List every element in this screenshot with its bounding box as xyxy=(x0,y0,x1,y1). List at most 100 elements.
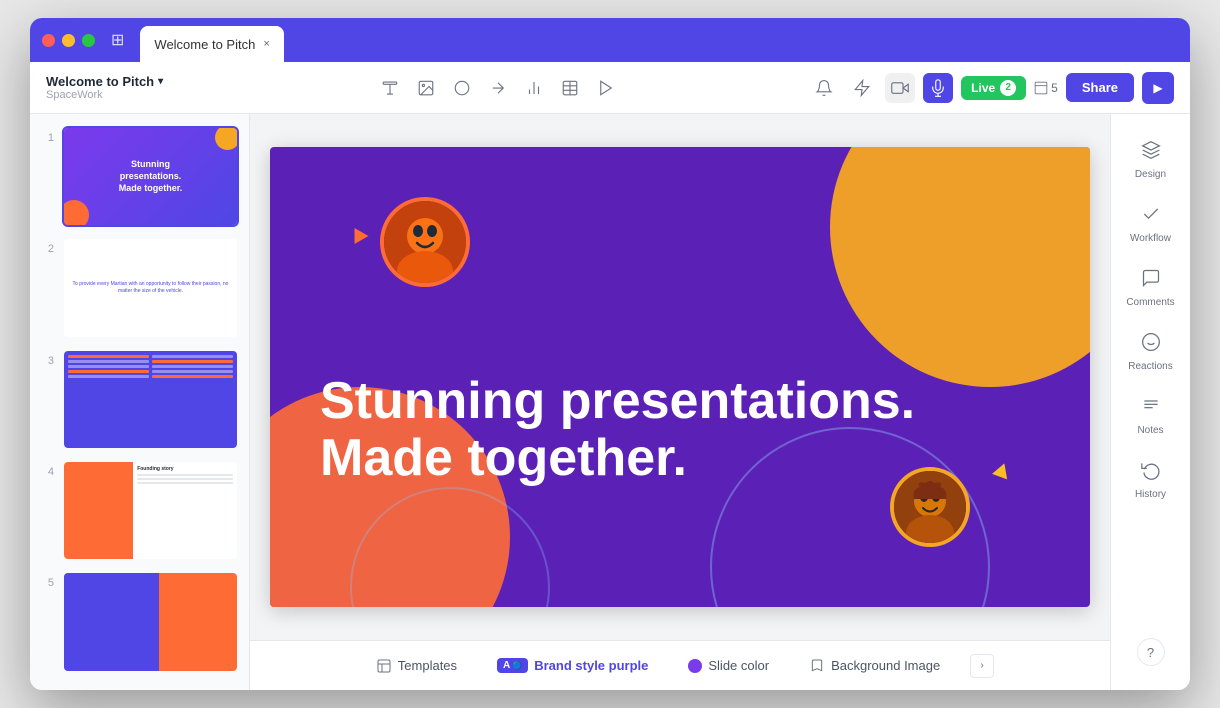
window-controls xyxy=(42,34,95,47)
toolbar: Welcome to Pitch ▾ SpaceWork xyxy=(30,62,1190,114)
slide-thumb-3[interactable]: 3 xyxy=(40,349,239,450)
toolbar-left: Welcome to Pitch ▾ SpaceWork xyxy=(46,74,186,101)
grid-icon: ⊞ xyxy=(111,30,124,50)
canvas-area: Stunning presentations. Made together. T… xyxy=(250,114,1110,690)
workflow-icon xyxy=(1141,204,1161,229)
slide-preview-3[interactable] xyxy=(62,349,239,450)
slide-color-button[interactable]: Slide color xyxy=(678,652,779,679)
arrow-insert-icon[interactable] xyxy=(489,79,507,97)
main-area: 1 Stunningpresentations.Made together. 2 xyxy=(30,114,1190,690)
templates-label: Templates xyxy=(398,658,457,673)
slide-preview-2[interactable]: To provide every Martian with an opportu… xyxy=(62,237,239,338)
slides-panel: 1 Stunningpresentations.Made together. 2 xyxy=(30,114,250,690)
tab-welcome-pitch[interactable]: Welcome to Pitch × xyxy=(140,26,283,62)
comments-icon xyxy=(1141,268,1161,293)
slide-number-2: 2 xyxy=(40,243,54,255)
share-button[interactable]: Share xyxy=(1066,73,1134,102)
close-button[interactable] xyxy=(42,34,55,47)
reactions-label: Reactions xyxy=(1128,361,1172,372)
templates-button[interactable]: Templates xyxy=(366,652,467,680)
workflow-panel-button[interactable]: Workflow xyxy=(1117,194,1185,254)
lightning-icon[interactable] xyxy=(847,73,877,103)
slide-color-label: Slide color xyxy=(708,658,769,673)
live-count: 2 xyxy=(1000,80,1016,96)
slide1-preview-text: Stunningpresentations.Made together. xyxy=(119,159,183,194)
background-image-label: Background Image xyxy=(831,658,940,673)
slide-thumb-4[interactable]: 4 Founding story xyxy=(40,460,239,561)
shape-insert-icon[interactable] xyxy=(453,79,471,97)
design-panel-button[interactable]: Design xyxy=(1117,130,1185,190)
workspace-name: SpaceWork xyxy=(46,89,186,101)
slide-thumb-2[interactable]: 2 To provide every Martian with an oppor… xyxy=(40,237,239,338)
history-label: History xyxy=(1135,489,1166,500)
brand-badge: A 🔵 xyxy=(497,658,528,673)
slide4-preview-text: Founding story xyxy=(137,466,233,472)
background-image-button[interactable]: Background Image xyxy=(799,652,950,680)
live-badge[interactable]: Live 2 xyxy=(961,76,1026,100)
canvas-wrapper: Stunning presentations. Made together. xyxy=(250,114,1110,640)
history-icon xyxy=(1141,460,1161,485)
toolbar-right: Live 2 5 Share ▶ xyxy=(809,72,1174,104)
title-bar: ⊞ Welcome to Pitch × xyxy=(30,18,1190,62)
minimize-button[interactable] xyxy=(62,34,75,47)
slide-number-1: 1 xyxy=(40,132,54,144)
cursor-arrow-1 xyxy=(348,224,369,244)
slide-number-5: 5 xyxy=(40,577,54,589)
notes-label: Notes xyxy=(1137,425,1163,436)
maximize-button[interactable] xyxy=(82,34,95,47)
workflow-label: Workflow xyxy=(1130,233,1171,244)
presentation-title-text: Welcome to Pitch xyxy=(46,74,154,89)
slides-count-num: 5 xyxy=(1051,81,1058,95)
history-panel-button[interactable]: History xyxy=(1117,450,1185,510)
live-label: Live xyxy=(971,81,995,95)
reactions-icon xyxy=(1141,332,1161,357)
bottom-bar-more-button[interactable]: › xyxy=(970,654,994,678)
slide-thumb-1[interactable]: 1 Stunningpresentations.Made together. xyxy=(40,126,239,227)
slide-preview-1[interactable]: Stunningpresentations.Made together. xyxy=(62,126,239,227)
slide-number-4: 4 xyxy=(40,466,54,478)
presentation-title[interactable]: Welcome to Pitch ▾ xyxy=(46,74,186,89)
right-panel: Design Workflow Comments Reactions xyxy=(1110,114,1190,690)
headline-line1: Stunning presentations. xyxy=(320,373,1040,430)
bell-icon[interactable] xyxy=(809,73,839,103)
play-button[interactable]: ▶ xyxy=(1142,72,1174,104)
brand-style-label: Brand style purple xyxy=(534,658,648,673)
avatar-2 xyxy=(890,467,970,547)
tab-close-icon[interactable]: × xyxy=(263,39,269,50)
comments-panel-button[interactable]: Comments xyxy=(1117,258,1185,318)
brand-badge-icon: A xyxy=(503,660,510,671)
title-chevron-icon[interactable]: ▾ xyxy=(158,76,163,87)
reactions-panel-button[interactable]: Reactions xyxy=(1117,322,1185,382)
brand-style-button[interactable]: A 🔵 Brand style purple xyxy=(487,652,658,679)
slide-preview-4[interactable]: Founding story xyxy=(62,460,239,561)
avatar-1 xyxy=(380,197,470,287)
comments-label: Comments xyxy=(1126,297,1174,308)
bottom-bar: Templates A 🔵 Brand style purple Slide c… xyxy=(250,640,1110,690)
tab-title: Welcome to Pitch xyxy=(154,37,255,52)
add-slide-button[interactable]: + Add slide xyxy=(40,687,239,690)
design-icon xyxy=(1141,140,1161,165)
toolbar-center xyxy=(194,79,801,97)
slide-canvas[interactable]: Stunning presentations. Made together. xyxy=(270,147,1090,607)
slide-color-dot xyxy=(688,659,702,673)
design-label: Design xyxy=(1135,169,1166,180)
chart-insert-icon[interactable] xyxy=(525,79,543,97)
mic-icon[interactable] xyxy=(923,73,953,103)
play-icon: ▶ xyxy=(1153,81,1162,95)
slide-preview-5[interactable] xyxy=(62,571,239,672)
slides-count: 5 xyxy=(1034,81,1058,95)
text-insert-icon[interactable] xyxy=(381,79,399,97)
notes-icon xyxy=(1141,396,1161,421)
notes-panel-button[interactable]: Notes xyxy=(1117,386,1185,446)
table-insert-icon[interactable] xyxy=(561,79,579,97)
media-insert-icon[interactable] xyxy=(597,79,615,97)
slide-number-3: 3 xyxy=(40,355,54,367)
slide-thumb-5[interactable]: 5 xyxy=(40,571,239,672)
camera-icon[interactable] xyxy=(885,73,915,103)
slide2-preview-text: To provide every Martian with an opportu… xyxy=(68,281,233,295)
app-window: ⊞ Welcome to Pitch × Welcome to Pitch ▾ … xyxy=(30,18,1190,690)
gold-circle-decor xyxy=(830,147,1090,387)
image-insert-icon[interactable] xyxy=(417,79,435,97)
help-button[interactable]: ? xyxy=(1137,638,1165,666)
title-bar-content: ⊞ Welcome to Pitch × xyxy=(111,18,284,62)
